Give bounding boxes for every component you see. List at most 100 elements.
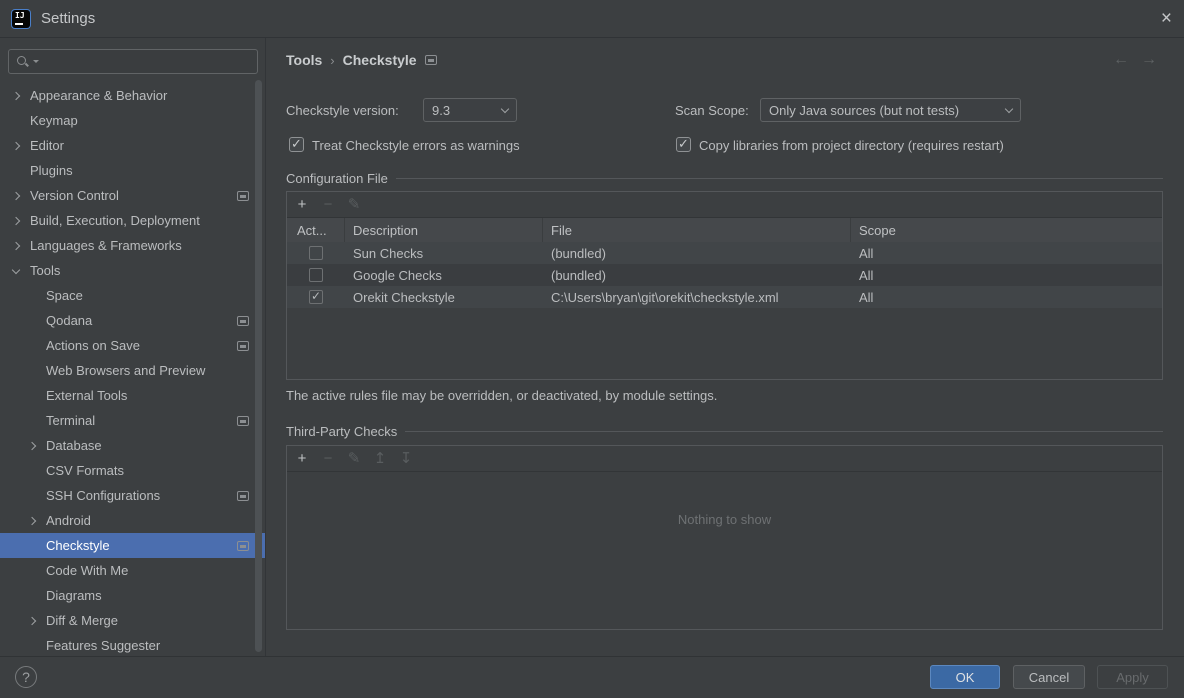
active-checkbox[interactable] — [309, 268, 323, 282]
active-checkbox[interactable] — [309, 290, 323, 304]
version-select[interactable]: 9.3 — [423, 98, 517, 122]
search-input[interactable] — [8, 49, 258, 74]
column-header-file[interactable]: File — [543, 218, 851, 242]
sidebar-item-label: Diff & Merge — [46, 613, 118, 628]
search-icon — [16, 55, 30, 69]
sidebar-item-database[interactable]: Database — [0, 433, 265, 458]
sidebar-item-label: Terminal — [46, 413, 95, 428]
sidebar-item-diff-merge[interactable]: Diff & Merge — [0, 608, 265, 633]
forward-arrow-icon[interactable]: → — [1141, 51, 1157, 69]
cell-file: C:\Users\bryan\git\orekit\checkstyle.xml — [543, 290, 851, 305]
move-down-icon[interactable]: ↧ — [399, 451, 413, 466]
sidebar-item-label: SSH Configurations — [46, 488, 160, 503]
column-header-scope[interactable]: Scope — [851, 218, 1162, 242]
sidebar-item-editor[interactable]: Editor — [0, 133, 265, 158]
treat-errors-checkbox[interactable] — [289, 137, 304, 152]
cell-description: Orekit Checkstyle — [345, 290, 543, 305]
sidebar-item-build-execution-deployment[interactable]: Build, Execution, Deployment — [0, 208, 265, 233]
add-icon[interactable]: + — [295, 197, 309, 212]
copy-libraries-checkbox[interactable] — [676, 137, 691, 152]
breadcrumb-parent[interactable]: Tools — [286, 52, 322, 68]
chevron-icon — [12, 91, 20, 99]
cell-file: (bundled) — [543, 246, 851, 261]
sidebar-item-label: Space — [46, 288, 83, 303]
column-header-active[interactable]: Act... — [287, 218, 345, 242]
sidebar-item-label: Tools — [30, 263, 60, 278]
sidebar-item-checkstyle[interactable]: Checkstyle — [0, 533, 265, 558]
sidebar-scrollbar[interactable] — [255, 80, 262, 652]
sidebar-item-external-tools[interactable]: External Tools — [0, 383, 265, 408]
sidebar-item-web-browsers-and-preview[interactable]: Web Browsers and Preview — [0, 358, 265, 383]
version-label: Checkstyle version: — [286, 103, 399, 118]
table-row[interactable]: Sun Checks (bundled) All — [287, 242, 1162, 264]
sidebar-item-label: Checkstyle — [46, 538, 110, 553]
sidebar-item-tools[interactable]: Tools — [0, 258, 265, 283]
section-divider — [405, 431, 1163, 432]
treat-errors-label: Treat Checkstyle errors as warnings — [312, 138, 520, 153]
settings-dialog: Settings × Appearance & Behavior Keymap … — [0, 0, 1184, 698]
configuration-table-body: Sun Checks (bundled) All Google Checks (… — [287, 242, 1162, 308]
configuration-file-table: +−✎ Act... Description File Scope Sun Ch… — [286, 191, 1163, 380]
sidebar-item-appearance-behavior[interactable]: Appearance & Behavior — [0, 83, 265, 108]
add-icon[interactable]: + — [295, 451, 309, 466]
sidebar-item-label: Build, Execution, Deployment — [30, 213, 200, 228]
sidebar-item-csv-formats[interactable]: CSV Formats — [0, 458, 265, 483]
cell-file: (bundled) — [543, 268, 851, 283]
third-party-title-text: Third-Party Checks — [286, 424, 397, 439]
sidebar-item-languages-frameworks[interactable]: Languages & Frameworks — [0, 233, 265, 258]
remove-icon[interactable]: − — [321, 451, 335, 466]
sidebar-item-space[interactable]: Space — [0, 283, 265, 308]
cancel-button[interactable]: Cancel — [1013, 665, 1085, 689]
ok-button[interactable]: OK — [930, 665, 1000, 689]
sidebar-item-plugins[interactable]: Plugins — [0, 158, 265, 183]
breadcrumb: Tools › Checkstyle — [286, 52, 437, 68]
table-row[interactable]: Orekit Checkstyle C:\Users\bryan\git\ore… — [287, 286, 1162, 308]
sidebar-item-label: Features Suggester — [46, 638, 160, 653]
sidebar-item-code-with-me[interactable]: Code With Me — [0, 558, 265, 583]
sidebar-item-android[interactable]: Android — [0, 508, 265, 533]
chevron-icon — [12, 216, 20, 224]
sidebar-item-label: CSV Formats — [46, 463, 124, 478]
sidebar-item-label: Web Browsers and Preview — [46, 363, 205, 378]
sidebar-item-label: Languages & Frameworks — [30, 238, 182, 253]
table-row[interactable]: Google Checks (bundled) All — [287, 264, 1162, 286]
sidebar-item-label: Android — [46, 513, 91, 528]
apply-button[interactable]: Apply — [1097, 665, 1168, 689]
search-history-caret-icon — [33, 60, 39, 63]
third-party-table: +−✎↥↧ Nothing to show — [286, 445, 1163, 630]
back-arrow-icon[interactable]: ← — [1113, 51, 1129, 69]
sidebar-item-label: Database — [46, 438, 102, 453]
chevron-icon — [28, 616, 36, 624]
sidebar-item-terminal[interactable]: Terminal — [0, 408, 265, 433]
sidebar-item-qodana[interactable]: Qodana — [0, 308, 265, 333]
edit-icon[interactable]: ✎ — [347, 197, 361, 212]
scan-scope-select[interactable]: Only Java sources (but not tests) — [760, 98, 1021, 122]
help-button[interactable]: ? — [15, 666, 37, 688]
sidebar-item-keymap[interactable]: Keymap — [0, 108, 265, 133]
sidebar-item-features-suggester[interactable]: Features Suggester — [0, 633, 265, 656]
sidebar-item-ssh-configurations[interactable]: SSH Configurations — [0, 483, 265, 508]
cell-scope: All — [851, 290, 1162, 305]
sidebar-item-actions-on-save[interactable]: Actions on Save — [0, 333, 265, 358]
modified-settings-icon — [237, 191, 249, 201]
sidebar-item-label: Keymap — [30, 113, 78, 128]
column-header-description[interactable]: Description — [345, 218, 543, 242]
edit-icon[interactable]: ✎ — [347, 451, 361, 466]
move-up-icon[interactable]: ↥ — [373, 451, 387, 466]
modified-settings-icon — [237, 416, 249, 426]
sidebar-item-diagrams[interactable]: Diagrams — [0, 583, 265, 608]
close-icon[interactable]: × — [1161, 9, 1172, 28]
scan-scope-select-value: Only Java sources (but not tests) — [769, 103, 998, 118]
third-party-toolbar: +−✎ ↥ ↧ — [287, 446, 1162, 472]
window-title: Settings — [41, 10, 95, 27]
configuration-file-toolbar: +−✎ — [287, 192, 1162, 218]
modified-settings-icon — [237, 316, 249, 326]
sidebar-item-version-control[interactable]: Version Control — [0, 183, 265, 208]
chevron-down-icon — [501, 105, 509, 113]
active-checkbox[interactable] — [309, 246, 323, 260]
modified-settings-icon — [237, 341, 249, 351]
remove-icon[interactable]: − — [321, 197, 335, 212]
cell-scope: All — [851, 246, 1162, 261]
chevron-icon — [12, 265, 20, 273]
cell-scope: All — [851, 268, 1162, 283]
